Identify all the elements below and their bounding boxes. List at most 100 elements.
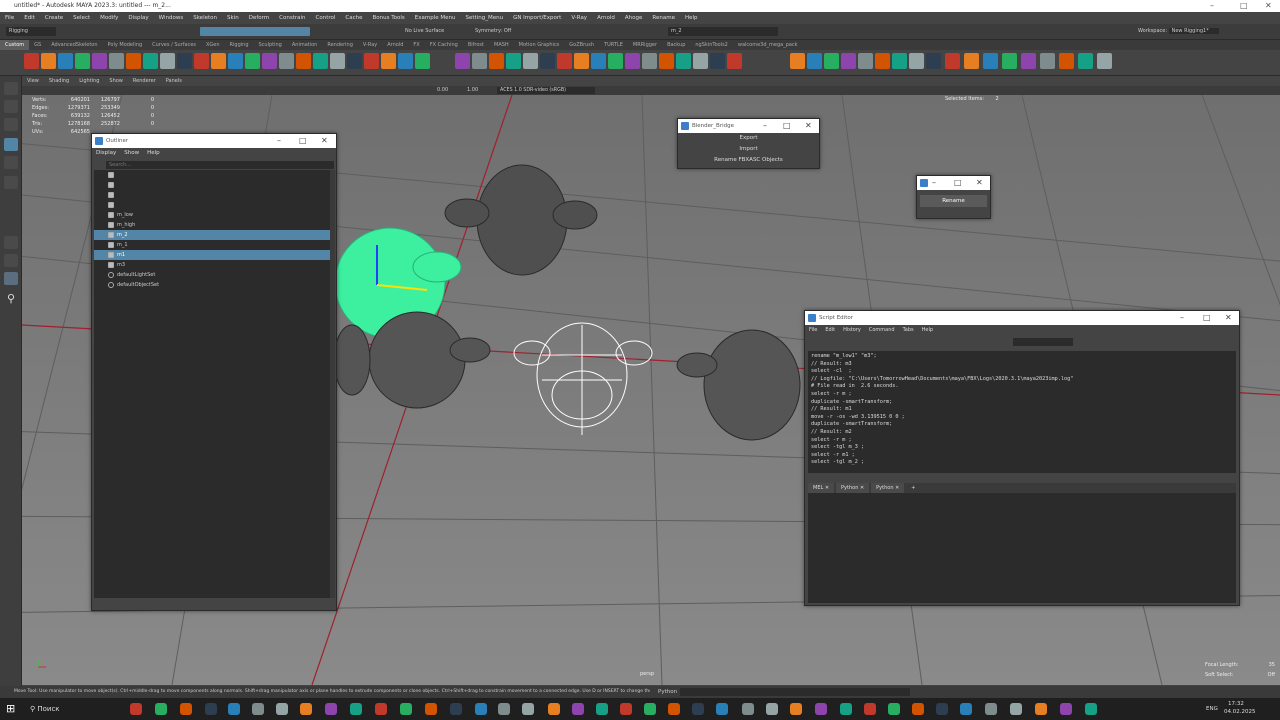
shelf-tab-xgen[interactable]: XGen	[201, 40, 225, 50]
taskbar-app-icon[interactable]	[644, 703, 656, 715]
panel-menu-show[interactable]: Show	[104, 76, 128, 86]
outliner-item[interactable]: m3	[94, 260, 330, 270]
layout-custom-icon[interactable]	[4, 272, 18, 285]
shelf-tool-icon[interactable]	[126, 53, 141, 69]
shelf-tab-gs[interactable]: GS	[29, 40, 46, 50]
taskbar-app-icon[interactable]	[375, 703, 387, 715]
paint-tool-icon[interactable]	[4, 118, 18, 131]
outliner-titlebar[interactable]: Outliner – □ ✕	[92, 134, 336, 148]
command-line-lang[interactable]: Python	[658, 686, 677, 698]
menu-gn-import-export[interactable]: GN Import/Export	[508, 12, 566, 24]
close-tab-icon[interactable]: ✕	[823, 485, 829, 491]
shelf-tab-mash[interactable]: MASH	[489, 40, 514, 50]
shelf-tool-icon[interactable]	[909, 53, 924, 69]
shelf-tool-icon[interactable]	[1040, 53, 1055, 69]
shelf-tool-icon[interactable]	[109, 53, 124, 69]
outliner-item[interactable]: m_2	[94, 230, 330, 240]
exposure-value[interactable]: 0.00	[437, 86, 448, 95]
shelf-tool-icon[interactable]	[330, 53, 345, 69]
layout-single-icon[interactable]	[4, 236, 18, 249]
maximize-icon[interactable]: □	[1240, 0, 1248, 12]
shelf-tool-icon[interactable]	[364, 53, 379, 69]
rename-fbxasc-button[interactable]: Rename FBXASC Objects	[678, 155, 819, 166]
shelf-tool-icon[interactable]	[489, 53, 504, 69]
outliner-item[interactable]: defaultLightSet	[94, 270, 330, 280]
shelf-tool-icon[interactable]	[347, 53, 362, 69]
panel-menu-shading[interactable]: Shading	[44, 76, 74, 86]
close-icon[interactable]: ✕	[976, 176, 983, 189]
shelf-tool-icon[interactable]	[472, 53, 487, 69]
shelf-tab-fx-caching[interactable]: FX Caching	[425, 40, 463, 50]
outliner-menu-help[interactable]: Help	[143, 148, 164, 159]
shelf-tool-icon[interactable]	[41, 53, 56, 69]
menu-skeleton[interactable]: Skeleton	[188, 12, 222, 24]
close-icon[interactable]: ✕	[321, 134, 328, 147]
shelf-tab-rendering[interactable]: Rendering	[322, 40, 358, 50]
shelf-tab-curves-surfaces[interactable]: Curves / Surfaces	[147, 40, 201, 50]
close-tab-icon[interactable]: ✕	[894, 485, 899, 491]
shelf-tool-icon[interactable]	[875, 53, 890, 69]
shelf-tool-icon[interactable]	[92, 53, 107, 69]
shelf-tool-icon[interactable]	[824, 53, 839, 69]
shelf-tab-animation[interactable]: Animation	[287, 40, 323, 50]
taskbar-app-icon[interactable]	[400, 703, 412, 715]
taskbar-app-icon[interactable]	[840, 703, 852, 715]
maximize-icon[interactable]: □	[1203, 311, 1211, 324]
taskbar-app-icon[interactable]	[596, 703, 608, 715]
menu-file[interactable]: File	[0, 12, 19, 24]
shelf-tab-motion-graphics[interactable]: Motion Graphics	[514, 40, 565, 50]
taskbar-time[interactable]: 17:32	[1228, 701, 1244, 707]
maximize-icon[interactable]: □	[299, 134, 307, 147]
script-menu-command[interactable]: Command	[865, 325, 899, 335]
shelf-tool-icon[interactable]	[841, 53, 856, 69]
outliner-item[interactable]: defaultObjectSet	[94, 280, 330, 290]
shelf-tool-icon[interactable]	[807, 53, 822, 69]
shelf-tab-gozbrush[interactable]: GoZBrush	[564, 40, 599, 50]
shelf-tool-icon[interactable]	[945, 53, 960, 69]
shelf-tab-mrrigger[interactable]: MRRigger	[628, 40, 662, 50]
shelf-tool-icon[interactable]	[964, 53, 979, 69]
shelf-tool-icon[interactable]	[177, 53, 192, 69]
taskbar-app-icon[interactable]	[522, 703, 534, 715]
shelf-tool-icon[interactable]	[710, 53, 725, 69]
taskbar-app-icon[interactable]	[692, 703, 704, 715]
shelf-tool-icon[interactable]	[557, 53, 572, 69]
taskbar-app-icon[interactable]	[450, 703, 462, 715]
language-indicator[interactable]: ENG	[1206, 698, 1218, 720]
taskbar-app-icon[interactable]	[300, 703, 312, 715]
shelf-tab-fx[interactable]: FX	[408, 40, 424, 50]
shelf-tool-icon[interactable]	[381, 53, 396, 69]
minimize-icon[interactable]: –	[1180, 311, 1184, 324]
shelf-tool-icon[interactable]	[1059, 53, 1074, 69]
script-menu-file[interactable]: File	[805, 325, 821, 335]
rotate-tool-icon[interactable]	[4, 156, 18, 169]
shelf-tool-icon[interactable]	[1021, 53, 1036, 69]
rename-titlebar[interactable]: – □ ✕	[917, 176, 990, 190]
taskbar-app-icon[interactable]	[325, 703, 337, 715]
menu-skin[interactable]: Skin	[222, 12, 244, 24]
menu-setting-menu[interactable]: Setting_Menu	[461, 12, 509, 24]
taskbar-app-icon[interactable]	[425, 703, 437, 715]
selection-mask-bar[interactable]	[200, 27, 310, 36]
minimize-icon[interactable]: –	[763, 119, 767, 132]
taskbar-app-icon[interactable]	[888, 703, 900, 715]
panel-menu-lighting[interactable]: Lighting	[74, 76, 104, 86]
menu-bonus-tools[interactable]: Bonus Tools	[368, 12, 410, 24]
taskbar-app-icon[interactable]	[155, 703, 167, 715]
taskbar-app-icon[interactable]	[912, 703, 924, 715]
shelf-tool-icon[interactable]	[625, 53, 640, 69]
shelf-tool-icon[interactable]	[642, 53, 657, 69]
minimize-icon[interactable]: –	[1210, 0, 1214, 12]
script-input-area[interactable]	[808, 493, 1236, 603]
taskbar-app-icon[interactable]	[498, 703, 510, 715]
shelf-tab-advancedskeleton[interactable]: AdvancedSkeleton	[46, 40, 102, 50]
menu-modify[interactable]: Modify	[95, 12, 123, 24]
maximize-icon[interactable]: □	[954, 176, 962, 189]
shelf-tool-icon[interactable]	[279, 53, 294, 69]
shelf-tool-icon[interactable]	[659, 53, 674, 69]
outliner-item[interactable]: m1	[94, 250, 330, 260]
shelf-tool-icon[interactable]	[296, 53, 311, 69]
close-icon[interactable]: ✕	[1225, 311, 1232, 324]
menu-arnold[interactable]: Arnold	[592, 12, 620, 24]
shelf-tool-icon[interactable]	[858, 53, 873, 69]
